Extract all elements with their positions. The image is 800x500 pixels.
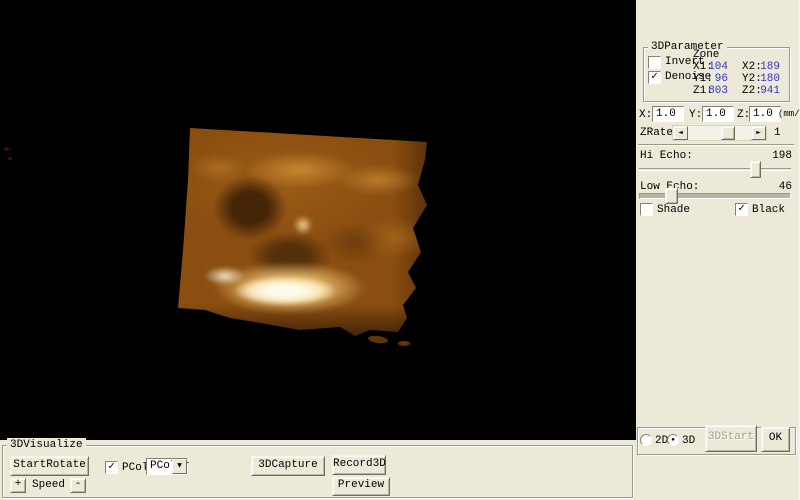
zone-y2-value: 180 <box>760 73 780 85</box>
zrate-scrollbar[interactable]: ◄ ► <box>672 125 767 141</box>
3dvisualize-group-title: 3DVisualize <box>7 438 86 452</box>
dropdown-arrow-icon: ▼ <box>177 462 182 469</box>
check-icon: ✓ <box>651 71 658 83</box>
zrate-label: ZRate <box>640 127 673 139</box>
record3d-button[interactable]: Record3D <box>332 455 386 475</box>
hi-echo-thumb[interactable] <box>750 161 761 178</box>
x-scale-value: 1.0 <box>656 108 676 120</box>
denoise-checkbox[interactable]: ✓ <box>648 71 661 84</box>
zone-z2-value: 941 <box>760 85 780 97</box>
ok-button[interactable]: OK <box>761 427 790 452</box>
zrate-scroll-thumb[interactable] <box>721 126 735 140</box>
zone-x2-label: X2: <box>742 61 762 73</box>
zone-z2-label: Z2: <box>742 85 762 97</box>
render-canvas[interactable] <box>0 0 636 440</box>
3dstart-button[interactable]: 3DStart <box>705 425 757 452</box>
z-scale-value: 1.0 <box>753 108 773 120</box>
divider <box>638 144 794 146</box>
zone-x1-value: 104 <box>708 61 728 73</box>
radio-2d[interactable] <box>640 434 652 446</box>
ultrasound-fragment <box>368 335 389 345</box>
right-arrow-icon: ► <box>756 129 761 136</box>
zone-title: Zone <box>693 49 719 61</box>
canvas-artifact <box>8 157 12 160</box>
black-checkbox[interactable]: ✓ <box>735 203 748 216</box>
start-rotate-button[interactable]: StartRotate <box>10 456 89 476</box>
hi-echo-value: 198 <box>756 150 792 162</box>
speed-plus-button[interactable]: + <box>10 478 26 493</box>
pcolor-checkbox[interactable]: ✓ <box>105 461 118 474</box>
zone-y2-label: Y2: <box>742 73 762 85</box>
left-arrow-icon: ◄ <box>678 129 683 136</box>
pcolor-dropdown-button[interactable]: ▼ <box>172 459 187 474</box>
y-scale-value: 1.0 <box>706 108 726 120</box>
speed-label: Speed <box>32 479 65 491</box>
check-icon: ✓ <box>108 461 115 473</box>
shade-checkbox[interactable] <box>640 203 653 216</box>
ultrasound-volume[interactable] <box>170 108 450 348</box>
zrate-scroll-right-button[interactable]: ► <box>751 126 766 140</box>
radio-3d-label: 3D <box>682 435 695 447</box>
black-label: Black <box>752 204 785 216</box>
scale-unit-label: (mm/p) <box>778 108 800 120</box>
low-echo-slider[interactable] <box>639 193 791 199</box>
preview-button[interactable]: Preview <box>332 477 390 496</box>
radio-3d[interactable]: ● <box>667 434 679 446</box>
ultrasound-texture <box>162 100 458 356</box>
y-scale-label: Y: <box>689 109 702 121</box>
x-scale-label: X: <box>639 109 652 121</box>
radio-dot-icon: ● <box>671 436 675 443</box>
zone-x2-value: 189 <box>760 61 780 73</box>
low-echo-value: 46 <box>756 181 792 193</box>
speed-minus-button[interactable]: - <box>70 478 86 493</box>
hi-echo-slider[interactable] <box>639 168 791 171</box>
y-scale-input[interactable]: 1.0 <box>702 106 734 122</box>
zrate-scroll-left-button[interactable]: ◄ <box>673 126 688 140</box>
zrate-value: 1 <box>774 127 781 139</box>
z-scale-input[interactable]: 1.0 <box>749 106 781 122</box>
shade-label: Shade <box>657 204 690 216</box>
parameter-panel: 3DParameter Invert ✓ Denoise Zone X1: 10… <box>636 0 800 500</box>
app-window: 3DParameter Invert ✓ Denoise Zone X1: 10… <box>0 0 800 500</box>
x-scale-input[interactable]: 1.0 <box>652 106 684 122</box>
zone-y1-value: 96 <box>708 73 728 85</box>
low-echo-thumb[interactable] <box>665 188 678 204</box>
3dcapture-button[interactable]: 3DCapture <box>251 456 325 476</box>
canvas-artifact <box>4 147 9 151</box>
pcolor-dropdown[interactable]: PColor ▼ <box>146 458 188 475</box>
ultrasound-fragment <box>398 341 410 346</box>
invert-checkbox[interactable] <box>648 56 661 69</box>
zone-z1-value: 803 <box>708 85 728 97</box>
hi-echo-label: Hi Echo: <box>640 150 693 162</box>
check-icon: ✓ <box>738 203 745 215</box>
visualize-panel: 3DVisualize StartRotate + Speed - ✓ PCol… <box>0 440 636 500</box>
